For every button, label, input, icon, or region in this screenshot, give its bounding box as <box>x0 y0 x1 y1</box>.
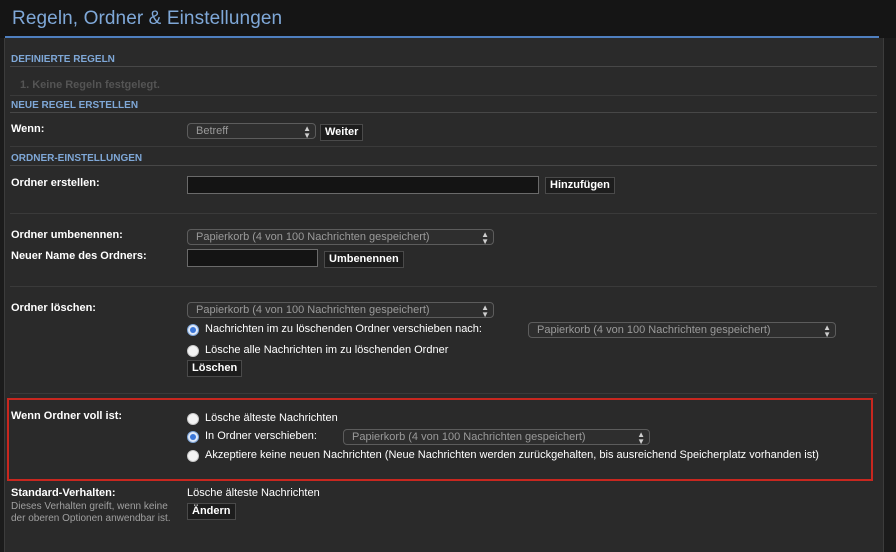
delete-option-move-radio[interactable] <box>187 324 199 336</box>
delete-option-all-radio[interactable] <box>187 345 199 357</box>
section-divider <box>10 286 877 287</box>
full-option-delete-oldest-radio[interactable] <box>187 413 199 425</box>
default-behavior-label: Standard-Verhalten: <box>11 487 116 499</box>
section-divider <box>10 146 877 147</box>
select-arrows-icon: ▲ ▼ <box>303 124 311 140</box>
add-folder-button[interactable]: Hinzufügen <box>545 177 615 194</box>
select-arrows-icon: ▲ ▼ <box>481 230 489 246</box>
delete-option-all-label: Lösche alle Nachrichten im zu löschenden… <box>205 344 449 356</box>
default-behavior-description: Dieses Verhalten greift, wenn keine der … <box>11 501 171 524</box>
delete-folder-button[interactable]: Löschen <box>187 360 243 377</box>
rename-folder-label: Ordner umbenennen: <box>11 229 123 241</box>
section-divider <box>10 66 877 67</box>
section-divider <box>10 165 877 166</box>
rename-folder-select[interactable]: Papierkorb (4 von 100 Nachrichten gespei… <box>187 229 494 246</box>
delete-folder-select[interactable]: Papierkorb (4 von 100 Nachrichten gespei… <box>187 302 494 319</box>
section-divider <box>10 393 877 394</box>
delete-folder-label: Ordner löschen: <box>11 302 96 314</box>
when-label: Wenn: <box>11 123 45 135</box>
delete-folder-select-value: Papierkorb (4 von 100 Nachrichten gespei… <box>196 304 430 316</box>
create-folder-label: Ordner erstellen: <box>11 177 100 189</box>
full-option-move-label: In Ordner verschieben: <box>205 430 317 442</box>
folder-full-label: Wenn Ordner voll ist: <box>11 410 123 422</box>
new-folder-name-label: Neuer Name des Ordners: <box>11 250 147 262</box>
new-folder-name-input[interactable] <box>187 249 318 267</box>
section-folder-settings: ORDNER-EINSTELLUNGEN <box>11 153 143 164</box>
select-arrows-icon: ▲ ▼ <box>481 303 489 319</box>
create-folder-input[interactable] <box>187 176 539 194</box>
page-header: Regeln, Ordner & Einstellungen <box>0 0 896 38</box>
section-divider <box>10 95 877 96</box>
default-behavior-value: Lösche älteste Nachrichten <box>187 487 320 499</box>
section-divider <box>10 112 877 113</box>
delete-move-target-select[interactable]: Papierkorb (4 von 100 Nachrichten gespei… <box>528 322 836 339</box>
select-arrows-icon: ▲ ▼ <box>637 430 645 446</box>
rule-list-item: 1. Keine Regeln festgelegt. <box>20 79 160 91</box>
full-option-reject-label: Akzeptiere keine neuen Nachrichten (Neue… <box>205 449 819 461</box>
section-divider <box>10 213 877 214</box>
select-arrows-icon: ▲ ▼ <box>823 323 831 339</box>
rename-folder-select-value: Papierkorb (4 von 100 Nachrichten gespei… <box>196 231 430 243</box>
page-title: Regeln, Ordner & Einstellungen <box>12 8 283 29</box>
full-move-target-select[interactable]: Papierkorb (4 von 100 Nachrichten gespei… <box>343 429 650 446</box>
section-new-rule: NEUE REGEL ERSTELLEN <box>11 100 139 111</box>
section-defined-rules: DEFINIERTE REGELN <box>11 54 115 65</box>
full-option-reject-radio[interactable] <box>187 450 199 462</box>
change-default-button[interactable]: Ändern <box>187 503 236 520</box>
full-option-move-radio[interactable] <box>187 431 199 443</box>
full-move-target-value: Papierkorb (4 von 100 Nachrichten gespei… <box>352 431 586 443</box>
full-option-delete-oldest-label: Lösche älteste Nachrichten <box>205 412 338 424</box>
condition-select[interactable]: Betreff ▲ ▼ <box>187 123 316 140</box>
delete-move-target-value: Papierkorb (4 von 100 Nachrichten gespei… <box>537 324 771 336</box>
next-button[interactable]: Weiter <box>320 124 364 141</box>
condition-select-value: Betreff <box>196 125 229 137</box>
delete-option-move-label: Nachrichten im zu löschenden Ordner vers… <box>205 323 482 335</box>
rename-button[interactable]: Umbenennen <box>324 251 404 268</box>
